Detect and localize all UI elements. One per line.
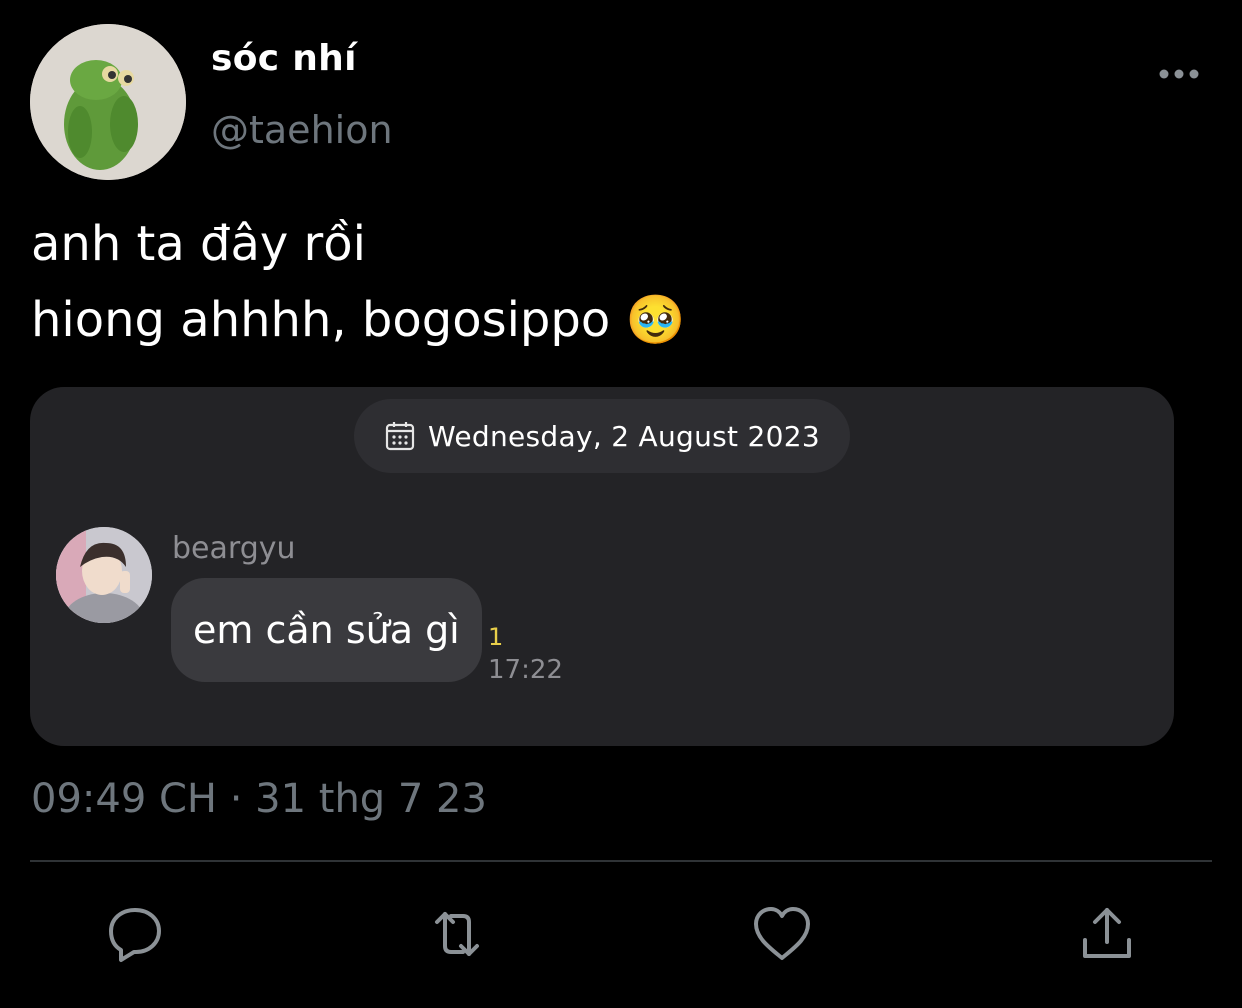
share-icon: [1083, 908, 1131, 958]
reply-button[interactable]: [103, 902, 167, 966]
user-handle[interactable]: @taehion: [211, 108, 393, 152]
calendar-icon: [385, 422, 415, 451]
retweet-button[interactable]: [425, 902, 489, 966]
chat-screenshot-card[interactable]: Wednesday, 2 August 2023 beargyu em cần …: [30, 387, 1174, 746]
chat-sender-name: beargyu: [172, 531, 296, 566]
chat-message-text: em cần sửa gì: [193, 608, 460, 652]
share-button[interactable]: [1075, 902, 1139, 966]
tweet-text-line-1: anh ta đây rồi: [31, 216, 366, 272]
date-pill: Wednesday, 2 August 2023: [354, 399, 850, 473]
display-name[interactable]: sóc nhí: [211, 38, 357, 79]
tweet-text: anh ta đây rồi hiong ahhhh, bogosippo 🥹: [31, 206, 685, 358]
tweet-timestamp[interactable]: 09:49 CH · 31 thg 7 23: [31, 776, 487, 822]
chat-date: Wednesday, 2 August 2023: [428, 419, 820, 453]
heart-icon: [754, 907, 810, 960]
like-button[interactable]: [750, 902, 814, 966]
more-horizontal-icon[interactable]: [1158, 64, 1200, 84]
chat-message-bubble: em cần sửa gì: [171, 578, 482, 682]
chat-sender-avatar: [56, 527, 152, 623]
chat-message-time: 17:22: [488, 655, 563, 685]
unread-count: 1: [488, 623, 504, 651]
profile-avatar[interactable]: [30, 24, 186, 180]
person-avatar-image: [56, 527, 152, 623]
divider: [30, 860, 1212, 862]
tweet: sóc nhí @taehion anh ta đây rồi hiong ah…: [0, 0, 1242, 1008]
frog-plush-avatar-image: [30, 24, 186, 180]
reply-icon: [109, 908, 161, 962]
retweet-icon: [435, 912, 479, 956]
tweet-text-line-2: hiong ahhhh, bogosippo 🥹: [31, 292, 686, 348]
